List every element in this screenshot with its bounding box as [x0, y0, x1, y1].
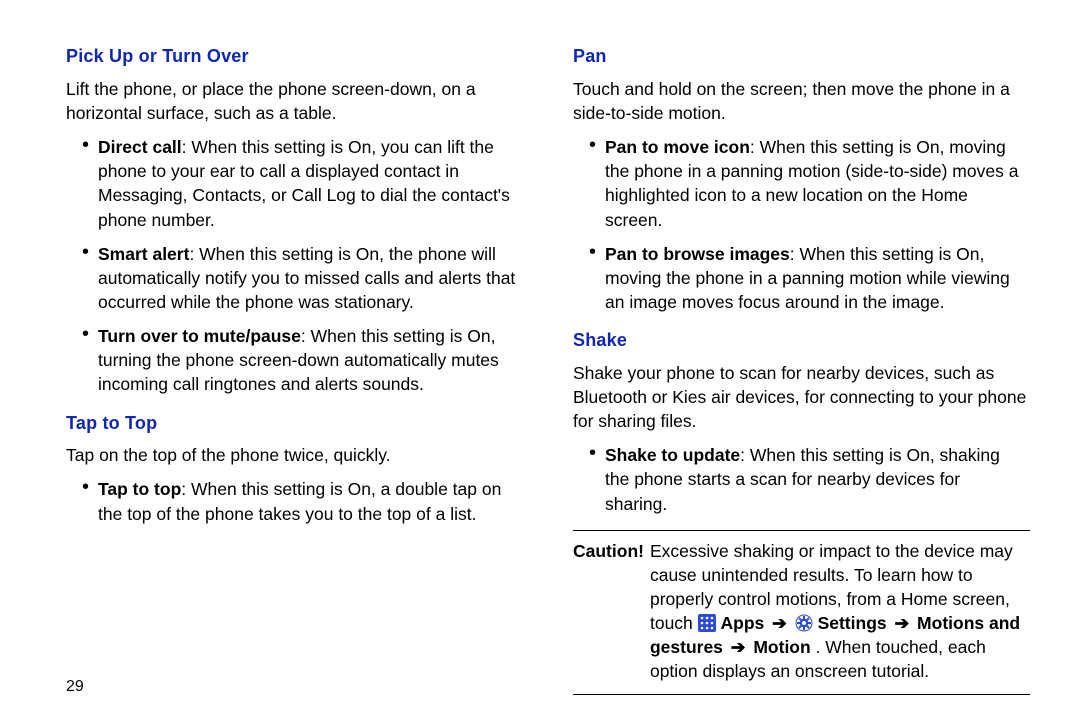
shake-bullets: Shake to update: When this setting is On… [573, 443, 1030, 515]
path-motion: Motion [753, 637, 810, 657]
list-item: Pan to browse images: When this setting … [589, 242, 1026, 314]
bullet-label: Tap to top [98, 479, 181, 499]
arrow-icon: ➔ [769, 613, 790, 633]
manual-page: Pick Up or Turn Over Lift the phone, or … [0, 0, 1080, 720]
settings-gear-icon [795, 614, 813, 632]
list-item: Shake to update: When this setting is On… [589, 443, 1026, 515]
right-column: Pan Touch and hold on the screen; then m… [567, 44, 1030, 692]
pick-up-bullets: Direct call: When this setting is On, yo… [66, 135, 523, 396]
pick-up-intro: Lift the phone, or place the phone scree… [66, 77, 523, 125]
bullet-label: Pan to browse images [605, 244, 790, 264]
bullet-label: Shake to update [605, 445, 740, 465]
tap-to-top-bullets: Tap to top: When this setting is On, a d… [66, 477, 523, 525]
list-item: Turn over to mute/pause: When this setti… [82, 324, 519, 396]
arrow-icon: ➔ [892, 613, 913, 633]
path-settings: Settings [818, 613, 887, 633]
bullet-label: Smart alert [98, 244, 189, 264]
heading-pan: Pan [573, 44, 1030, 69]
caution-label: Caution! [573, 539, 650, 684]
arrow-icon: ➔ [728, 637, 749, 657]
apps-grid-icon [698, 614, 716, 632]
shake-intro: Shake your phone to scan for nearby devi… [573, 361, 1030, 433]
pan-bullets: Pan to move icon: When this setting is O… [573, 135, 1030, 314]
tap-to-top-intro: Tap on the top of the phone twice, quick… [66, 443, 523, 467]
page-number: 29 [66, 678, 84, 696]
left-column: Pick Up or Turn Over Lift the phone, or … [66, 44, 523, 692]
list-item: Smart alert: When this setting is On, th… [82, 242, 519, 314]
heading-tap-to-top: Tap to Top [66, 411, 523, 436]
list-item: Pan to move icon: When this setting is O… [589, 135, 1026, 232]
heading-pick-up: Pick Up or Turn Over [66, 44, 523, 69]
bullet-label: Turn over to mute/pause [98, 326, 301, 346]
caution-text: Excessive shaking or impact to the devic… [650, 539, 1030, 684]
list-item: Tap to top: When this setting is On, a d… [82, 477, 519, 525]
bullet-label: Direct call [98, 137, 182, 157]
caution-block: Caution! Excessive shaking or impact to … [573, 530, 1030, 695]
bullet-label: Pan to move icon [605, 137, 750, 157]
heading-shake: Shake [573, 328, 1030, 353]
path-apps: Apps [721, 613, 765, 633]
list-item: Direct call: When this setting is On, yo… [82, 135, 519, 232]
pan-intro: Touch and hold on the screen; then move … [573, 77, 1030, 125]
